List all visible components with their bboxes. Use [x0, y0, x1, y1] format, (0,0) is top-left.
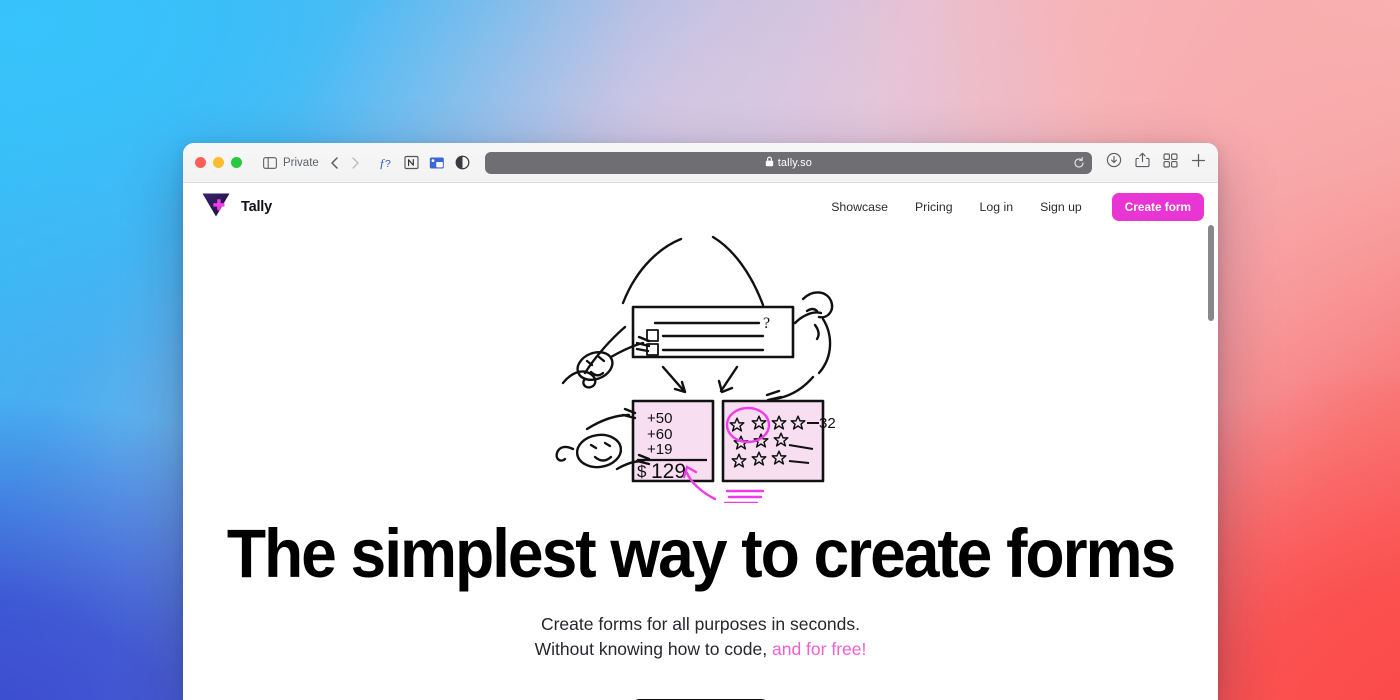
hero-subtitle-line2: Without knowing how to code, and for fre…	[183, 637, 1218, 662]
chevron-left-icon	[329, 156, 340, 170]
brand-logo-link[interactable]: Tally	[201, 192, 272, 223]
hero-subtitle-accent[interactable]: and for free!	[772, 639, 866, 659]
brand-name: Tally	[241, 199, 272, 215]
mathnotes-extension[interactable]: ƒ ?	[373, 152, 399, 174]
site-nav-links: Showcase Pricing Log in Sign up Create f…	[831, 193, 1204, 221]
dark-reader-extension[interactable]	[450, 152, 475, 173]
nav-pricing[interactable]: Pricing	[915, 200, 953, 214]
hero-subtitle-line2-plain: Without knowing how to code,	[534, 639, 772, 660]
hero-section: ? +50 +60 +19 $ 129 32 The simplest way …	[183, 231, 1218, 700]
close-window-button[interactable]	[195, 157, 206, 168]
private-mode-label: Private	[283, 156, 319, 169]
chevron-right-icon	[350, 156, 361, 170]
tally-triangle-plus-logo	[201, 192, 231, 223]
web-page-content: Tally Showcase Pricing Log in Sign up Cr…	[183, 183, 1218, 700]
page-scrollbar[interactable]	[1208, 225, 1214, 321]
total-amount: 129	[651, 460, 686, 483]
reload-icon[interactable]	[1073, 156, 1085, 169]
site-navbar: Tally Showcase Pricing Log in Sign up Cr…	[183, 183, 1218, 231]
svg-text:?: ?	[385, 158, 391, 170]
notion-n-icon	[404, 155, 419, 170]
address-bar-content: tally.so	[765, 154, 812, 172]
sum-line-1: +50	[647, 410, 672, 427]
svg-text:?: ?	[763, 315, 770, 332]
hero-headline: The simplest way to create forms	[226, 515, 1176, 592]
back-button[interactable]	[324, 153, 345, 173]
sum-line-3: +19	[647, 441, 672, 458]
hand-drawn-form-doodle: ? +50 +60 +19 $ 129 32	[554, 235, 836, 503]
hero-subtitle-line1: Create forms for all purposes in seconds…	[540, 614, 861, 634]
address-bar-url: tally.so	[777, 156, 813, 169]
lock-icon	[765, 154, 774, 172]
toolbar-right-icons	[1106, 152, 1206, 173]
nav-login[interactable]: Log in	[980, 200, 1014, 214]
window-traffic-lights	[195, 157, 242, 168]
function-question-icon: ƒ ?	[378, 155, 394, 171]
picture-in-picture-extension[interactable]	[424, 153, 450, 173]
minimize-window-button[interactable]	[213, 157, 224, 168]
notion-web-clipper-extension[interactable]	[399, 152, 424, 173]
hero-subtitle: Create forms for all purposes in seconds…	[183, 612, 1218, 663]
sidebar-toggle-button[interactable]: Private	[258, 154, 324, 172]
hero-illustration: ? +50 +60 +19 $ 129 32	[183, 233, 1218, 503]
forward-button[interactable]	[345, 153, 366, 173]
browser-window: Private ƒ ? tally.so Tally Showcase Pric…	[183, 143, 1218, 700]
address-bar[interactable]: tally.so	[484, 151, 1092, 174]
tab-overview-button[interactable]	[1163, 152, 1178, 173]
total-currency: $	[637, 462, 647, 481]
nav-showcase[interactable]: Showcase	[831, 200, 888, 214]
rating-count: 32	[819, 415, 836, 432]
share-button[interactable]	[1135, 152, 1150, 173]
sidebar-icon	[263, 156, 277, 169]
browser-toolbar: Private ƒ ? tally.so	[183, 143, 1218, 183]
zoom-window-button[interactable]	[231, 157, 242, 168]
contrast-circle-icon	[455, 155, 470, 170]
picture-in-picture-icon	[429, 156, 445, 170]
nav-signup[interactable]: Sign up	[1040, 200, 1082, 214]
new-tab-button[interactable]	[1191, 153, 1206, 173]
nav-create-form-button[interactable]: Create form	[1111, 193, 1204, 221]
downloads-button[interactable]	[1106, 152, 1122, 173]
